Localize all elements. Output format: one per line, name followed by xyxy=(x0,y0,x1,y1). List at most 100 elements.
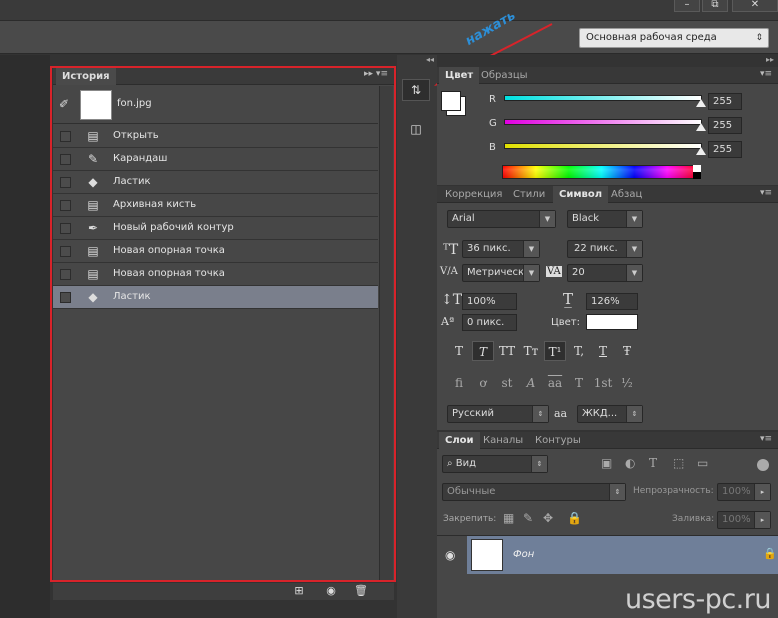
panel-menu-icon[interactable]: ▾≡ xyxy=(760,69,772,79)
faux-bold-button[interactable]: T xyxy=(448,341,470,361)
type-filter-icon[interactable]: T xyxy=(649,456,657,470)
tab-paragraph[interactable]: Абзац xyxy=(605,186,648,203)
character-panel-header: Коррекция Стили Символ Абзац ▾≡ xyxy=(437,186,778,203)
opacity-label: Непрозрачность: xyxy=(633,486,714,496)
lock-icon[interactable]: 🔒 xyxy=(567,511,582,525)
channel-slider[interactable] xyxy=(504,143,702,149)
subscript-button[interactable]: T, xyxy=(568,341,590,361)
tab-color[interactable]: Цвет xyxy=(439,67,480,84)
title-bar xyxy=(0,0,778,20)
chevron-down-icon: ▼ xyxy=(523,241,539,257)
font-family-value: Arial xyxy=(452,213,475,224)
close-button[interactable]: ✕ xyxy=(732,0,778,12)
strikethrough-button[interactable]: Ŧ xyxy=(616,341,638,361)
tab-styles[interactable]: Стили xyxy=(507,186,551,203)
titling-alternates-button[interactable]: aa xyxy=(544,373,566,393)
fill-select[interactable]: 100% ▸ xyxy=(717,511,771,529)
maximize-button[interactable]: ⧉ xyxy=(702,0,728,12)
fill-label: Заливка: xyxy=(672,514,715,524)
chevron-updown-icon: ⇕ xyxy=(609,484,625,500)
font-size-icon: ᵀT xyxy=(443,242,459,258)
tab-channels[interactable]: Каналы xyxy=(477,432,529,449)
image-filter-icon[interactable]: ▣ xyxy=(601,456,612,470)
visibility-cell: ◉ xyxy=(437,536,467,574)
shape-filter-icon[interactable]: ⬚ xyxy=(673,456,684,470)
stylistic-alternates-button[interactable]: st xyxy=(496,373,518,393)
chevron-updown-icon: ⇕ xyxy=(755,33,763,43)
font-style-select[interactable]: Black ▼ xyxy=(567,210,643,228)
lock-move-icon[interactable]: ✥ xyxy=(543,511,553,525)
faux-italic-button[interactable]: T xyxy=(472,341,494,361)
font-family-select[interactable]: Arial ▼ xyxy=(447,210,556,228)
ordinals-1st-button[interactable]: 1st xyxy=(592,373,614,393)
chevron-updown-icon: ⇕ xyxy=(626,406,642,422)
layer-thumbnail xyxy=(471,539,503,571)
panel-menu-icon[interactable]: ▾≡ xyxy=(760,434,772,444)
tab-paths[interactable]: Контуры xyxy=(529,432,587,449)
underline-button[interactable]: T xyxy=(592,341,614,361)
language-select[interactable]: Русский ⇕ xyxy=(447,405,549,423)
ordinals-button[interactable]: T xyxy=(568,373,590,393)
lock-brush-icon[interactable]: ✎ xyxy=(523,511,533,525)
superscript-button[interactable]: T¹ xyxy=(544,341,566,361)
lock-transparency-icon[interactable]: ▦ xyxy=(503,511,514,525)
kerning-select[interactable]: Метрическ ▼ xyxy=(462,264,540,282)
channel-value[interactable]: 255 xyxy=(708,141,742,158)
tab-swatches[interactable]: Образцы xyxy=(475,67,534,84)
3d-cube-icon[interactable]: ◫ xyxy=(402,118,430,140)
eye-icon[interactable]: ◉ xyxy=(445,548,455,562)
opacity-select[interactable]: 100% ▸ xyxy=(717,483,771,501)
canvas-area xyxy=(0,55,50,618)
chevron-updown-icon: ⇕ xyxy=(532,406,548,422)
foreground-color-swatch[interactable] xyxy=(441,91,461,111)
leading-select[interactable]: 22 пикс. ▼ xyxy=(567,240,643,258)
tab-layers[interactable]: Слои xyxy=(439,432,480,449)
fractions-button[interactable]: ½ xyxy=(616,373,638,393)
baseline-shift-icon: Aª xyxy=(441,315,455,328)
panel-menu-icon[interactable]: ▾≡ xyxy=(760,188,772,198)
vertical-scale-field[interactable]: 100% xyxy=(462,293,517,310)
trash-icon[interactable]: 🗑 xyxy=(353,584,369,598)
layers-panel-header: Слои Каналы Контуры ▾≡ xyxy=(437,432,778,449)
channel-slider[interactable] xyxy=(504,119,702,125)
horizontal-scale-field[interactable]: 126% xyxy=(586,293,638,310)
camera-icon[interactable]: ◉ xyxy=(323,584,339,598)
slider-handle[interactable] xyxy=(696,123,706,131)
layer-row[interactable]: Фон 🔒 xyxy=(467,536,778,574)
slider-handle[interactable] xyxy=(696,147,706,155)
character-panel: Коррекция Стили Символ Абзац ▾≡ Arial ▼ B… xyxy=(437,186,778,430)
antialias-select[interactable]: ЖКД... ⇕ xyxy=(577,405,643,423)
color-spectrum[interactable] xyxy=(502,165,701,179)
adjustment-filter-icon[interactable]: ◐ xyxy=(625,456,635,470)
font-size-select[interactable]: 36 пикс. ▼ xyxy=(462,240,540,258)
color-label: Цвет: xyxy=(551,317,581,328)
all-caps-button[interactable]: TT xyxy=(496,341,518,361)
lock-icon: 🔒 xyxy=(763,547,777,560)
minimize-button[interactable]: – xyxy=(674,0,700,12)
discretionary-ligatures-button[interactable]: ơ xyxy=(472,373,494,393)
filter-toggle[interactable] xyxy=(757,459,769,471)
watermark: users-pc.ru xyxy=(625,584,771,615)
layer-name: Фон xyxy=(513,549,535,560)
layer-filter-select[interactable]: ⌕ Вид ⇕ xyxy=(442,455,548,473)
small-caps-button[interactable]: Tт xyxy=(520,341,542,361)
blend-mode-select[interactable]: Обычные ⇕ xyxy=(442,483,626,501)
antialias-icon: aa xyxy=(554,407,568,420)
tab-adjustments[interactable]: Коррекция xyxy=(439,186,508,203)
ligatures-button[interactable]: fi xyxy=(448,373,470,393)
slider-handle[interactable] xyxy=(696,99,706,107)
channel-value[interactable]: 255 xyxy=(708,93,742,110)
white-chip[interactable] xyxy=(693,165,701,172)
black-chip[interactable] xyxy=(693,172,701,179)
channel-value[interactable]: 255 xyxy=(708,117,742,134)
text-color-swatch[interactable] xyxy=(586,314,638,330)
workspace-select[interactable]: Основная рабочая среда ⇕ xyxy=(579,28,769,48)
tab-character[interactable]: Символ xyxy=(553,186,609,203)
fill-value: 100% xyxy=(722,514,751,525)
channel-slider[interactable] xyxy=(504,95,702,101)
smart-object-filter-icon[interactable]: ▭ xyxy=(697,456,708,470)
tracking-select[interactable]: 20 ▼ xyxy=(567,264,643,282)
new-document-icon[interactable]: ⊞ xyxy=(291,584,307,598)
baseline-shift-field[interactable]: 0 пикс. xyxy=(462,314,517,331)
swash-button[interactable]: A xyxy=(520,373,542,393)
